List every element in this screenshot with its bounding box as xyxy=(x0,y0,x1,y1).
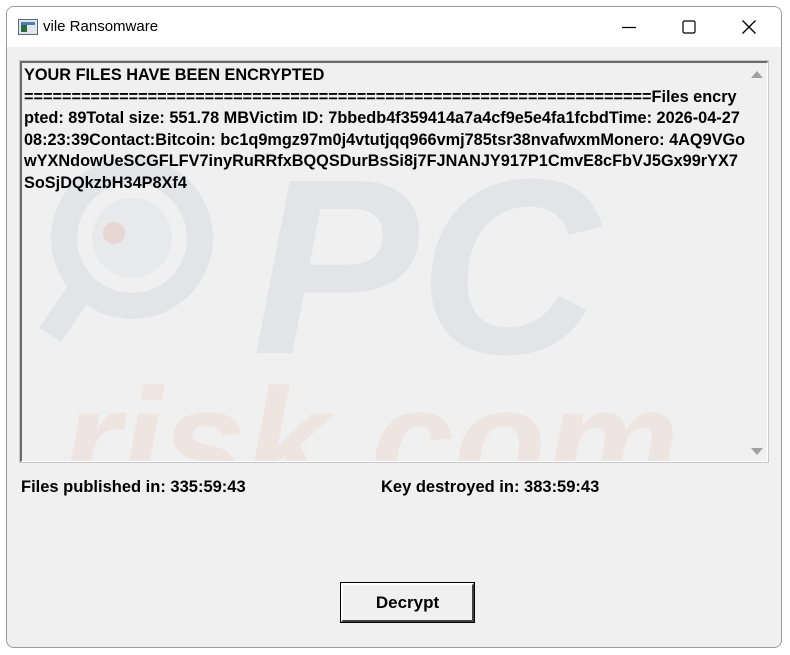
maximize-icon xyxy=(682,20,696,34)
decrypt-button[interactable]: Decrypt xyxy=(340,582,475,623)
vertical-scrollbar[interactable] xyxy=(746,63,767,461)
note-heading: YOUR FILES HAVE BEEN ENCRYPTED xyxy=(24,66,325,84)
ransom-note-textbox[interactable]: PC risk.com YOUR FILES HAVE BEEN ENCRYPT… xyxy=(19,60,769,463)
svg-text:risk.com: risk.com xyxy=(62,357,679,461)
note-body: ========================================… xyxy=(24,87,746,192)
app-icon xyxy=(18,19,38,35)
scroll-down-arrow-icon[interactable] xyxy=(751,448,763,455)
close-button[interactable] xyxy=(719,7,779,47)
files-published-timer: Files published in: 335:59:43 xyxy=(21,478,246,496)
window-title: vile Ransomware xyxy=(43,18,159,35)
ransom-note-text: YOUR FILES HAVE BEEN ENCRYPTED =========… xyxy=(24,65,746,194)
scroll-up-arrow-icon[interactable] xyxy=(751,71,763,78)
key-destroyed-timer: Key destroyed in: 383:59:43 xyxy=(381,478,600,496)
close-icon xyxy=(742,20,756,34)
minimize-button[interactable] xyxy=(599,7,659,47)
title-bar[interactable]: vile Ransomware xyxy=(7,7,781,47)
ransomware-window: vile Ransomware PC risk.com YOUR FILES H… xyxy=(6,6,782,648)
maximize-button[interactable] xyxy=(659,7,719,47)
minimize-icon xyxy=(622,26,636,29)
